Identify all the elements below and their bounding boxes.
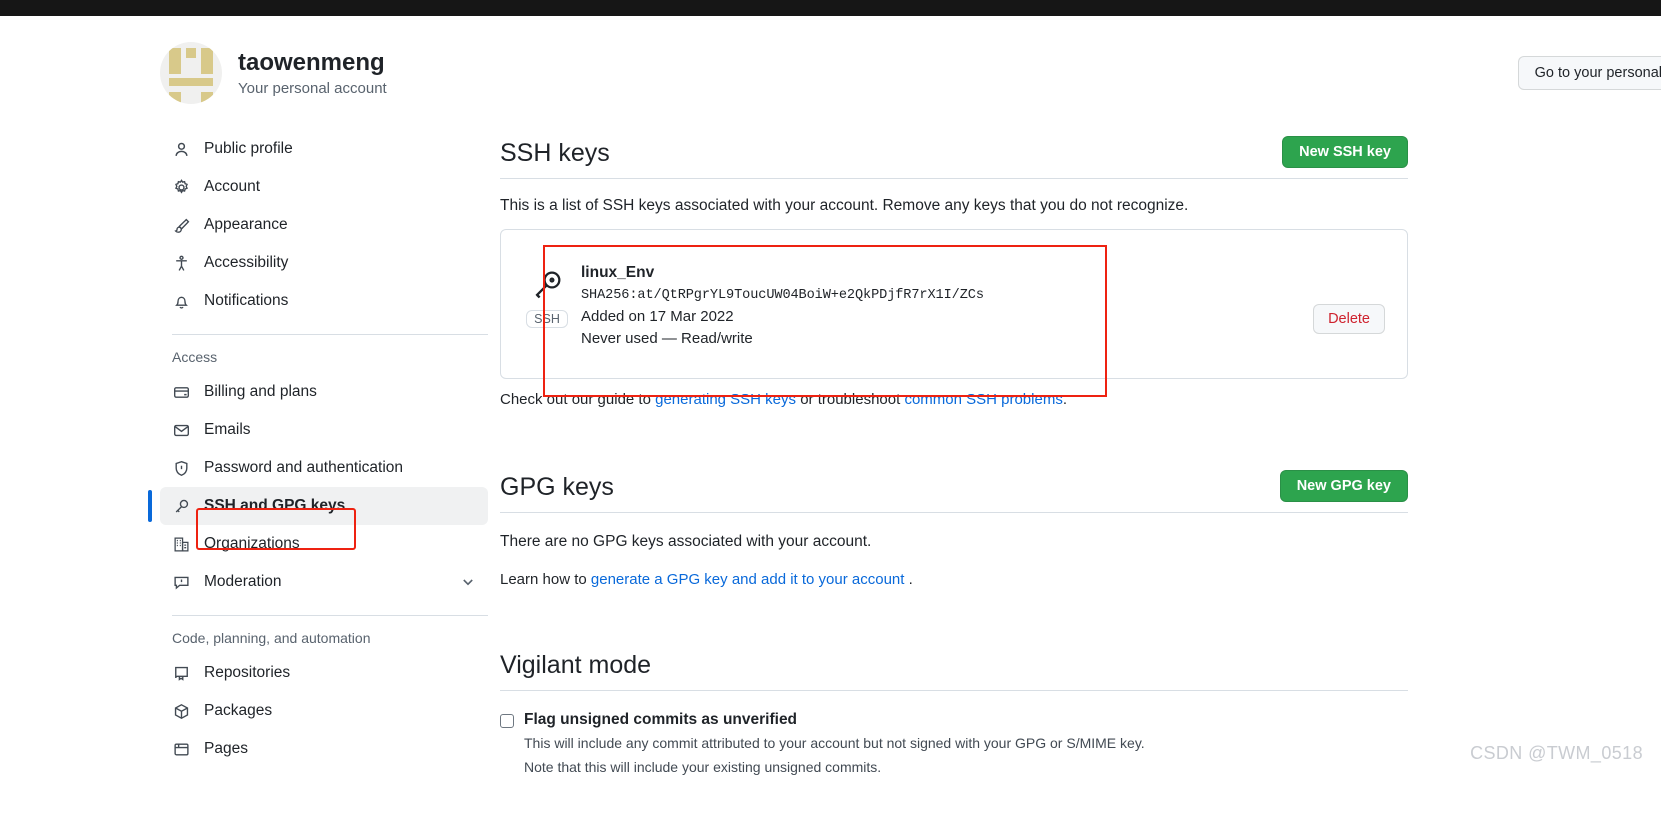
sidebar-item-billing-and-plans[interactable]: Billing and plans xyxy=(160,373,488,411)
settings-main: Go to your personal SSH keys New SSH key… xyxy=(500,16,1661,778)
gpg-keys-header: GPG keys New GPG key xyxy=(500,470,1408,502)
sidebar-item-appearance[interactable]: Appearance xyxy=(160,206,488,244)
sidebar-divider-2 xyxy=(172,615,488,616)
key-icon xyxy=(172,497,190,515)
sidebar-item-password-and-authentication[interactable]: Password and authentication xyxy=(160,449,488,487)
sidebar-item-label: Pages xyxy=(204,740,248,757)
sidebar-item-label: Appearance xyxy=(204,216,288,233)
vigilant-section-divider xyxy=(500,690,1408,691)
delete-ssh-key-button[interactable]: Delete xyxy=(1313,304,1385,334)
settings-sidebar: taowenmeng Your personal account Public … xyxy=(0,16,500,778)
sidebar-divider-1 xyxy=(172,334,488,335)
ssh-description: This is a list of SSH keys associated wi… xyxy=(500,197,1189,214)
ssh-key-added-date: Added on 17 Mar 2022 xyxy=(581,308,734,325)
paintbrush-icon xyxy=(172,216,190,234)
ssh-key-name: linux_Env xyxy=(581,264,655,281)
sidebar-item-accessibility[interactable]: Accessibility xyxy=(160,244,488,282)
sidebar-item-moderation[interactable]: Moderation xyxy=(160,563,488,601)
ssh-badge: SSH xyxy=(526,310,568,328)
identicon-avatar xyxy=(160,42,222,104)
sidebar-item-notifications[interactable]: Notifications xyxy=(160,282,488,320)
ssh-keys-header: SSH keys New SSH key xyxy=(500,136,1408,168)
ssh-key-fingerprint: SHA256:at/QtRPgrYL9ToucUW04BoiW+e2QkPDjf… xyxy=(581,288,984,303)
sidebar-group-code: Code, planning, and automation xyxy=(172,630,371,646)
ssh-key-icon-group: SSH xyxy=(519,246,575,328)
account-subtitle: Your personal account xyxy=(238,79,387,97)
guide-suffix: . xyxy=(1062,391,1067,408)
account-header: taowenmeng Your personal account xyxy=(160,42,500,104)
settings-content: SSH keys New SSH key This is a list of S… xyxy=(500,136,1408,778)
new-gpg-key-button[interactable]: New GPG key xyxy=(1279,470,1408,502)
page-title: SSH keys xyxy=(500,139,610,167)
accessibility-icon xyxy=(172,254,190,272)
sidebar-item-label: Accessibility xyxy=(204,254,289,271)
gear-icon xyxy=(172,178,190,196)
guide-middle: or troubleshoot xyxy=(796,391,905,408)
ssh-key-details: linux_Env SHA256:at/QtRPgrYL9ToucUW04Boi… xyxy=(575,246,1313,347)
sidebar-item-label: Moderation xyxy=(204,573,282,590)
credit-card-icon xyxy=(172,383,190,401)
sidebar-item-label: Public profile xyxy=(204,140,293,157)
ssh-section-divider xyxy=(500,178,1408,179)
gpg-title: GPG keys xyxy=(500,473,614,501)
sidebar-item-label: Packages xyxy=(204,702,273,719)
sidebar-item-label: Billing and plans xyxy=(204,383,317,400)
sidebar-item-pages[interactable]: Pages xyxy=(160,730,488,768)
flag-unsigned-commits-checkbox[interactable] xyxy=(500,714,514,728)
guide-prefix: Check out our guide to xyxy=(500,391,656,408)
common-ssh-problems-link[interactable]: common SSH problems xyxy=(904,391,1062,408)
vigilant-note-line-2: Note that this will include your existin… xyxy=(524,759,882,776)
package-icon xyxy=(172,702,190,720)
gpg-learn-text: Learn how to generate a GPG key and add … xyxy=(500,571,1408,588)
ssh-key-row: SSH linux_Env SHA256:at/QtRPgrYL9ToucUW0… xyxy=(500,229,1408,379)
browser-icon xyxy=(172,740,190,758)
key-icon xyxy=(530,268,564,302)
bell-icon xyxy=(172,292,190,310)
sidebar-item-label: Organizations xyxy=(204,535,300,552)
person-icon xyxy=(172,140,190,158)
learn-prefix: Learn how to xyxy=(500,571,591,588)
gpg-section-divider xyxy=(500,512,1408,513)
report-icon xyxy=(172,573,190,591)
generating-ssh-keys-link[interactable]: generating SSH keys xyxy=(655,391,796,408)
sidebar-item-ssh-and-gpg-keys[interactable]: SSH and GPG keys xyxy=(148,487,488,525)
sidebar-item-label: Account xyxy=(204,178,261,195)
repo-icon xyxy=(172,664,190,682)
chevron-down-icon[interactable] xyxy=(460,574,476,590)
ssh-guide-text: Check out our guide to generating SSH ke… xyxy=(500,391,1408,408)
sidebar-item-label: Password and authentication xyxy=(204,459,404,476)
vigilant-title: Vigilant mode xyxy=(500,651,652,679)
account-username: taowenmeng xyxy=(238,49,385,77)
sidebar-item-packages[interactable]: Packages xyxy=(160,692,488,730)
ssh-key-usage: Never used — Read/write xyxy=(581,330,753,347)
sidebar-item-emails[interactable]: Emails xyxy=(160,411,488,449)
generate-gpg-key-link[interactable]: generate a GPG key and add it to your ac… xyxy=(591,571,905,588)
gpg-empty-text: There are no GPG keys associated with yo… xyxy=(500,533,872,550)
sidebar-item-label: Notifications xyxy=(204,292,289,309)
sidebar-item-repositories[interactable]: Repositories xyxy=(160,654,488,692)
watermark: CSDN @TWM_0518 xyxy=(1470,742,1643,763)
sidebar-item-label: Emails xyxy=(204,421,251,438)
sidebar-item-public-profile[interactable]: Public profile xyxy=(160,130,488,168)
go-to-personal-button[interactable]: Go to your personal xyxy=(1517,56,1661,90)
settings-page: taowenmeng Your personal account Public … xyxy=(0,16,1661,778)
mail-icon xyxy=(172,421,190,439)
browser-top-bar xyxy=(0,0,1661,16)
sidebar-item-label: SSH and GPG keys xyxy=(204,497,346,514)
learn-suffix: . xyxy=(904,571,913,588)
sidebar-group-access: Access xyxy=(172,349,218,365)
organization-icon xyxy=(172,535,190,553)
vigilant-note-line-1: This will include any commit attributed … xyxy=(524,735,1145,751)
sidebar-item-account[interactable]: Account xyxy=(160,168,488,206)
sidebar-item-organizations[interactable]: Organizations xyxy=(160,525,488,563)
shield-icon xyxy=(172,459,190,477)
new-ssh-key-button[interactable]: New SSH key xyxy=(1282,136,1408,168)
vigilant-mode-header: Vigilant mode xyxy=(500,650,1408,680)
sidebar-item-label: Repositories xyxy=(204,664,291,681)
vigilant-checkbox-label: Flag unsigned commits as unverified xyxy=(524,711,798,728)
vigilant-checkbox-row: Flag unsigned commits as unverified This… xyxy=(500,711,1408,778)
